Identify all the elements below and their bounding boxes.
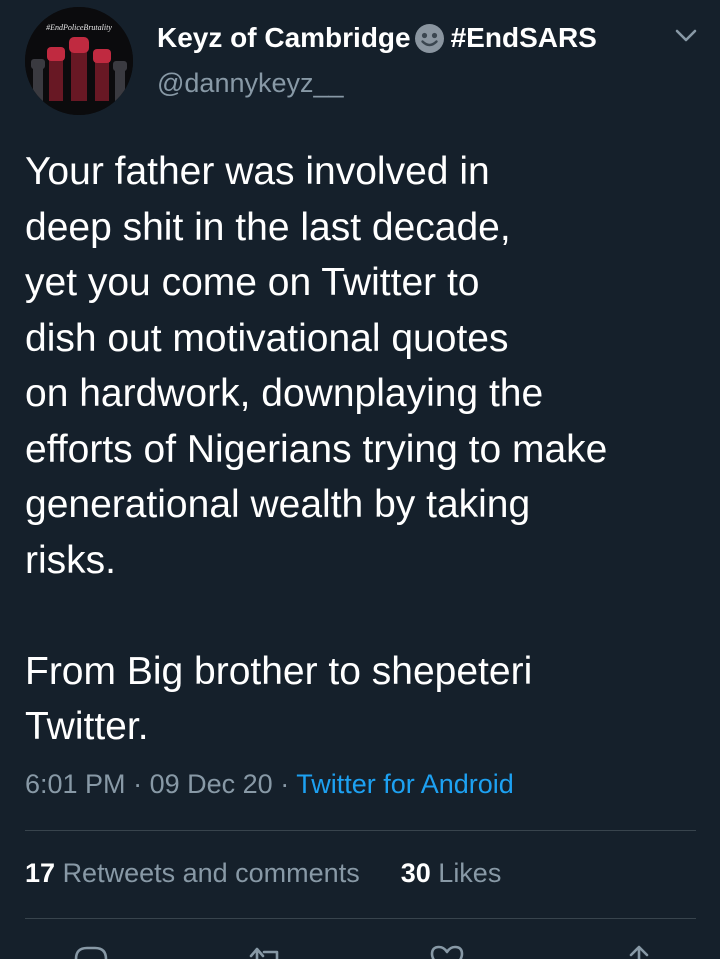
share-icon[interactable] bbox=[620, 944, 658, 959]
retweets-count: 17 bbox=[25, 858, 56, 888]
divider bbox=[25, 830, 696, 831]
avatar[interactable]: #EndPoliceBrutality bbox=[25, 7, 133, 115]
tweet-paragraph: Your father was involved in deep shit in… bbox=[25, 150, 608, 582]
smiling-face-emoji bbox=[414, 23, 445, 54]
meta-separator: · bbox=[280, 769, 290, 799]
retweet-icon[interactable] bbox=[248, 944, 286, 959]
author-name-hashtag: #EndSARS bbox=[450, 22, 597, 53]
author-handle[interactable]: @dannykeyz__ bbox=[157, 68, 344, 99]
author-display-name[interactable]: Keyz of Cambridge bbox=[157, 22, 411, 54]
retweets-label: Retweets and comments bbox=[62, 858, 360, 888]
heart-icon[interactable] bbox=[428, 944, 466, 959]
author-name-row[interactable]: Keyz of Cambridge #EndSARS bbox=[157, 18, 597, 58]
tweet-date: 09 Dec 20 bbox=[149, 769, 273, 799]
tweet-text: Your father was involved in deep shit in… bbox=[25, 144, 705, 755]
engagement-stats: 17 Retweets and comments 30 Likes bbox=[25, 858, 501, 889]
reply-icon[interactable] bbox=[72, 944, 110, 959]
divider bbox=[25, 918, 696, 919]
tweet-meta: 6:01 PM · 09 Dec 20 · Twitter for Androi… bbox=[25, 769, 514, 800]
likes-stat[interactable]: 30 Likes bbox=[401, 858, 502, 888]
meta-separator: · bbox=[133, 769, 143, 799]
retweets-stat[interactable]: 17 Retweets and comments bbox=[25, 858, 367, 888]
likes-label: Likes bbox=[438, 858, 502, 888]
tweet-source-link[interactable]: Twitter for Android bbox=[296, 769, 514, 799]
avatar-badge-text: #EndPoliceBrutality bbox=[46, 23, 112, 32]
tweet-paragraph: From Big brother to shepeteri Twitter. bbox=[25, 649, 533, 749]
raised-fists-image: #EndPoliceBrutality bbox=[25, 7, 133, 115]
likes-count: 30 bbox=[400, 858, 431, 888]
chevron-down-icon[interactable] bbox=[674, 26, 698, 46]
tweet-time: 6:01 PM bbox=[25, 769, 126, 799]
